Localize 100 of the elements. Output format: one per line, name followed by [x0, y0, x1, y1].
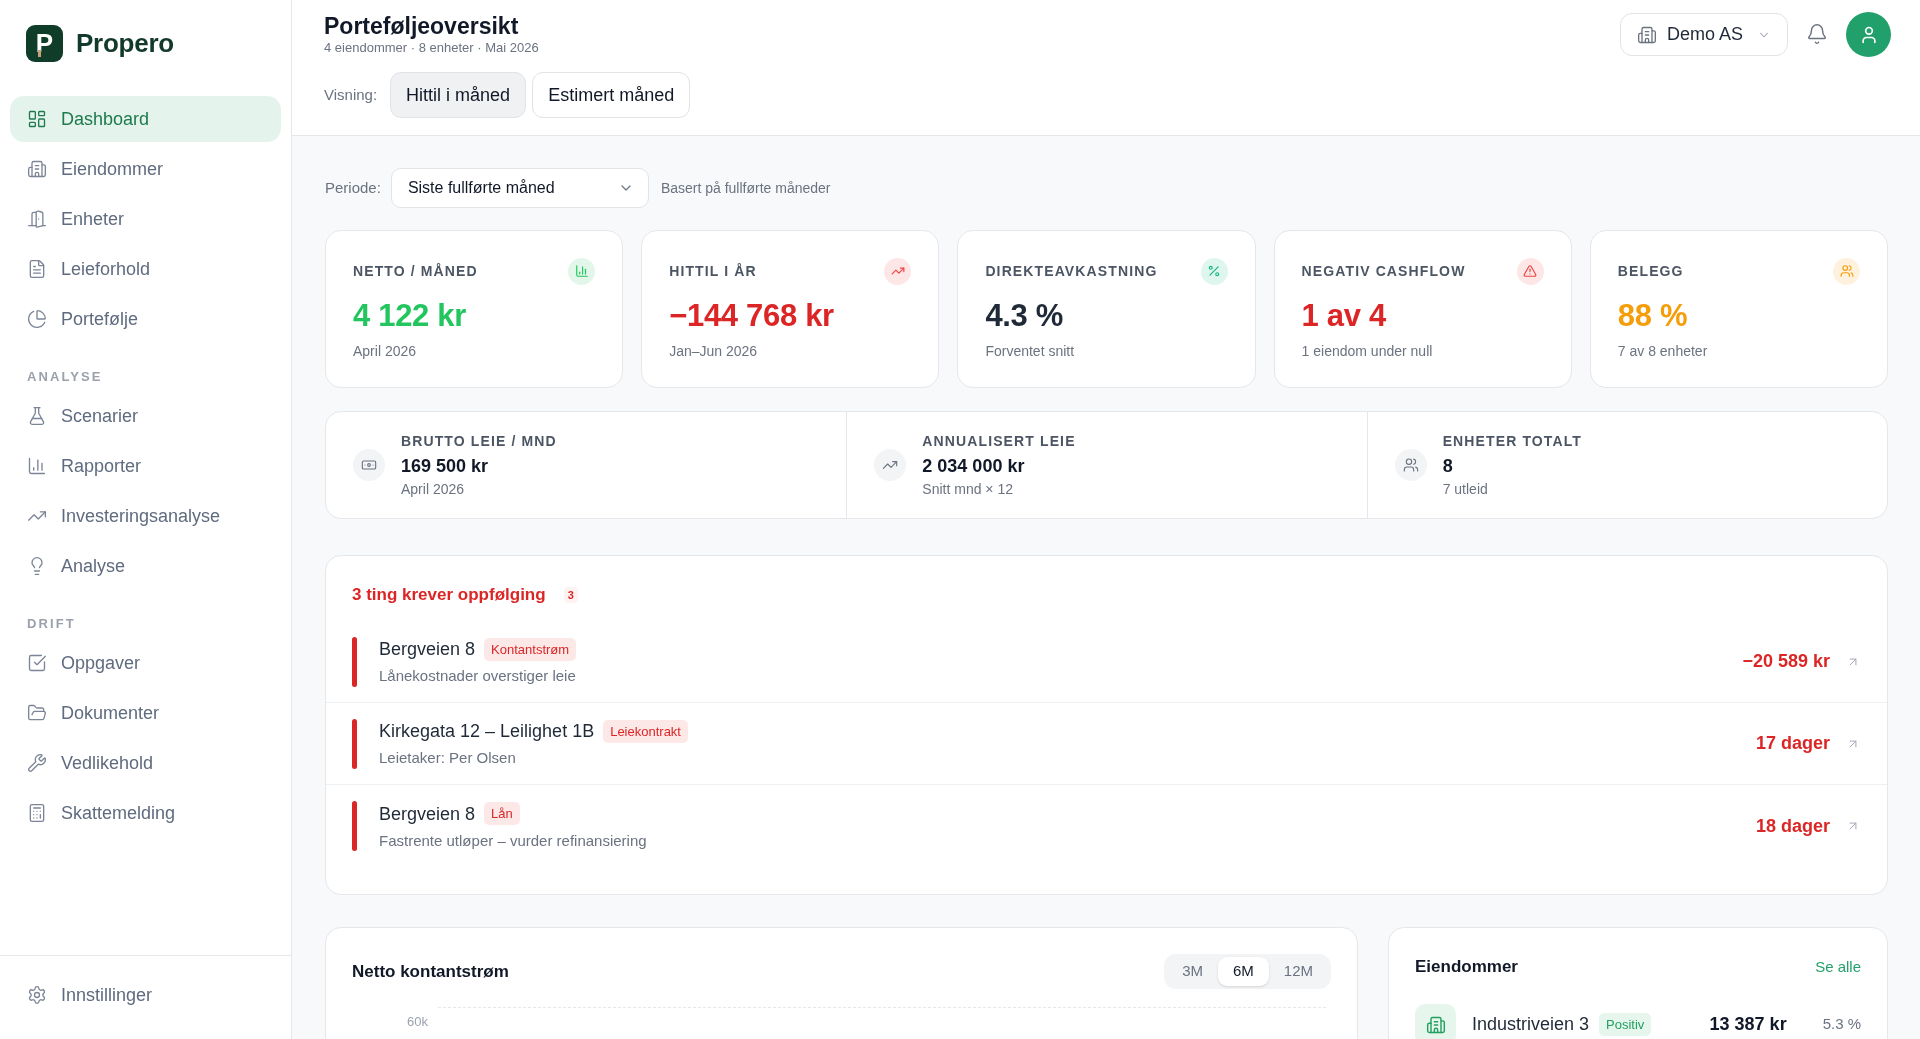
- follow-up-item[interactable]: Bergveien 8 Lån Fastrente utløper – vurder refinansiering 18 dager: [326, 785, 1887, 867]
- banknote-icon: [353, 449, 385, 481]
- bar-chart-icon: [27, 456, 47, 476]
- settings-icon: [27, 985, 47, 1005]
- folder-icon: [27, 703, 47, 723]
- calculator-icon: [27, 803, 47, 823]
- property-yield: 5.3 %: [1822, 1014, 1861, 1035]
- section-heading: ANALYSE: [26, 368, 104, 386]
- company-dropdown[interactable]: Demo AS: [1619, 13, 1788, 56]
- kpi-label: BELEGG: [1617, 261, 1684, 281]
- sidebar-item[interactable]: Skattemelding: [10, 790, 281, 836]
- flask-icon: [27, 406, 47, 426]
- kpi-caption: April 2026: [353, 342, 418, 360]
- sidebar-item[interactable]: Eiendommer: [10, 146, 281, 192]
- sidebar-item[interactable]: Portefølje: [10, 296, 281, 342]
- follow-up-item[interactable]: Bergveien 8 Kontantstrøm Lånekostnader overstiger leie −20 589 kr: [326, 621, 1887, 703]
- user-avatar-icon[interactable]: [1846, 12, 1891, 57]
- summary-label: ANNUALISERT LEIE: [922, 432, 1076, 450]
- range-tab[interactable]: 12M: [1268, 957, 1328, 986]
- property-amount: 13 387 kr: [1709, 1013, 1787, 1036]
- follow-up-heading: 3 ting krever oppfølging: [352, 584, 546, 607]
- sidebar-item[interactable]: Scenarier: [10, 393, 281, 439]
- follow-up-value: −20 589 kr: [1742, 650, 1830, 673]
- follow-up-title: Bergveien 8: [379, 802, 476, 826]
- view-label: Visning:: [324, 84, 378, 105]
- follow-up-title: Bergveien 8: [379, 638, 476, 661]
- properties-title: Eiendommer: [1415, 956, 1518, 979]
- follow-up-detail: Leietaker: Per Olsen: [379, 748, 517, 768]
- kpi-value: 88 %: [1617, 297, 1689, 335]
- kpi-caption: 7 av 8 enheter: [1617, 342, 1709, 360]
- summary-value: 169 500 kr: [401, 455, 490, 478]
- see-all-link[interactable]: Se alle: [1815, 955, 1861, 979]
- sidebar-item[interactable]: Dokumenter: [10, 690, 281, 736]
- chart-title: Netto kontantstrøm: [352, 960, 509, 983]
- dashboard-icon: [27, 109, 47, 129]
- status-tag: Positiv: [1599, 1013, 1652, 1036]
- summary-caption: 7 utleid: [1442, 480, 1489, 498]
- category-tag: Kontantstrøm: [484, 637, 577, 661]
- kpi-caption: Forventet snitt: [985, 342, 1076, 360]
- kpi-caption: 1 eiendom under null: [1301, 342, 1434, 360]
- sidebar-item[interactable]: Enheter: [10, 196, 281, 242]
- summary-value: 8: [1442, 455, 1454, 478]
- building-icon: [1415, 1004, 1456, 1039]
- view-toggle[interactable]: Estimert måned: [532, 72, 691, 118]
- category-tag: Leiekontrakt: [603, 719, 688, 743]
- kpi-value: −144 768 kr: [669, 297, 835, 335]
- users-icon: [1394, 449, 1427, 481]
- follow-up-detail: Lånekostnader overstiger leie: [379, 666, 577, 686]
- sidebar-item[interactable]: Analyse: [10, 543, 281, 589]
- sidebar-item[interactable]: Rapporter: [10, 443, 281, 489]
- severity-bar-icon: [352, 801, 357, 851]
- summary-caption: Snitt mnd × 12: [922, 480, 1014, 498]
- page-subtitle: 4 eiendommer · 8 enheter · Mai 2026: [324, 40, 540, 56]
- follow-up-title: Kirkegata 12 – Leilighet 1B: [379, 720, 595, 743]
- follow-up-detail: Fastrente utløper – vurder refinansiering: [379, 830, 647, 851]
- sidebar-item[interactable]: Vedlikehold: [10, 740, 281, 786]
- follow-up-item[interactable]: Kirkegata 12 – Leilighet 1B Leiekontrakt Leietaker: Per Olsen 17 dager: [326, 703, 1887, 785]
- property-name[interactable]: Industriveien 3: [1472, 1011, 1590, 1038]
- period-label: Periode:: [325, 177, 381, 198]
- category-tag: Lån: [484, 802, 520, 825]
- door-icon: [27, 209, 47, 229]
- kpi-label: NETTO / MÅNED: [353, 261, 478, 281]
- kpi-label: NEGATIV CASHFLOW: [1301, 261, 1466, 281]
- follow-up-value: 18 dager: [1755, 814, 1830, 838]
- kpi-caption: Jan–Jun 2026: [669, 342, 759, 360]
- kpi-value: 4.3 %: [985, 297, 1065, 335]
- sidebar-item[interactable]: Dashboard: [10, 96, 281, 142]
- range-tab[interactable]: 3M: [1167, 957, 1218, 986]
- period-select[interactable]: Siste fullførte måned: [390, 168, 649, 208]
- building-icon: [1636, 24, 1657, 45]
- severity-bar-icon: [352, 636, 357, 687]
- count-badge: 3: [563, 587, 578, 603]
- checkbox-icon: [27, 653, 47, 673]
- summary-caption: April 2026: [401, 480, 466, 498]
- range-tab[interactable]: 6M: [1217, 957, 1269, 986]
- summary-value: 2 034 000 kr: [922, 455, 1026, 478]
- pie-chart-icon: [27, 309, 47, 329]
- kpi-label: HITTIL I ÅR: [669, 261, 757, 281]
- kpi-label: DIREKTEAVKASTNING: [985, 261, 1158, 281]
- summary-label: ENHETER TOTALT: [1442, 432, 1582, 450]
- building-icon: [27, 159, 47, 179]
- kpi-value: 1 av 4: [1301, 297, 1387, 335]
- notification-bell-icon[interactable]: [1806, 23, 1828, 45]
- sidebar-item[interactable]: Investeringsanalyse: [10, 493, 281, 539]
- severity-bar-icon: [352, 718, 357, 769]
- logo-mark: P: [26, 24, 63, 62]
- wrench-icon: [27, 753, 47, 773]
- axis-label: 60k: [407, 1014, 428, 1029]
- kpi-value: 4 122 kr: [353, 297, 467, 335]
- document-icon: [27, 259, 47, 279]
- summary-label: BRUTTO LEIE / MND: [401, 432, 557, 450]
- brand-name: Propero: [76, 26, 174, 60]
- sidebar-item[interactable]: Oppgaver: [10, 640, 281, 686]
- sidebar-item[interactable]: Innstillinger: [10, 972, 281, 1018]
- sidebar-item[interactable]: Leieforhold: [10, 246, 281, 292]
- trend-up-icon: [874, 449, 907, 481]
- period-hint: Basert på fullførte måneder: [660, 178, 831, 198]
- section-heading: DRIFT: [26, 615, 77, 633]
- follow-up-value: 17 dager: [1755, 732, 1830, 755]
- view-toggle[interactable]: Hittil i måned: [390, 72, 527, 118]
